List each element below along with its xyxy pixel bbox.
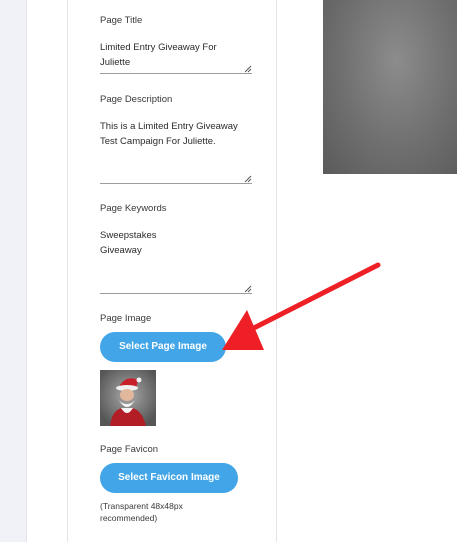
page: Page Title Limited Entry Giveaway For Ju… [0, 0, 457, 542]
form-panel [67, 0, 277, 542]
page-keywords-label: Page Keywords [100, 203, 167, 214]
page-title-textarea[interactable]: Limited Entry Giveaway For Juliette [100, 40, 250, 70]
page-description-label: Page Description [100, 94, 173, 105]
page-keywords-textarea[interactable]: Sweepstakes Giveaway [100, 228, 250, 258]
page-image-label: Page Image [100, 313, 152, 324]
select-page-image-button[interactable]: Select Page Image [100, 332, 226, 362]
photo-preview [323, 0, 457, 174]
left-gutter [0, 0, 27, 542]
select-favicon-image-button[interactable]: Select Favicon Image [100, 463, 238, 493]
resize-grip-icon[interactable] [244, 285, 252, 293]
page-description-textarea[interactable]: This is a Limited Entry Giveaway Test Ca… [100, 119, 250, 149]
page-title-underline [100, 73, 252, 74]
resize-grip-icon[interactable] [244, 175, 252, 183]
page-image-thumbnail [100, 370, 156, 426]
page-title-label: Page Title [100, 15, 143, 26]
page-favicon-label: Page Favicon [100, 444, 159, 455]
favicon-help-text: (Transparent 48x48px recommended) [100, 501, 183, 523]
page-description-underline [100, 183, 252, 184]
page-keywords-underline [100, 293, 252, 294]
resize-grip-icon[interactable] [244, 65, 252, 73]
